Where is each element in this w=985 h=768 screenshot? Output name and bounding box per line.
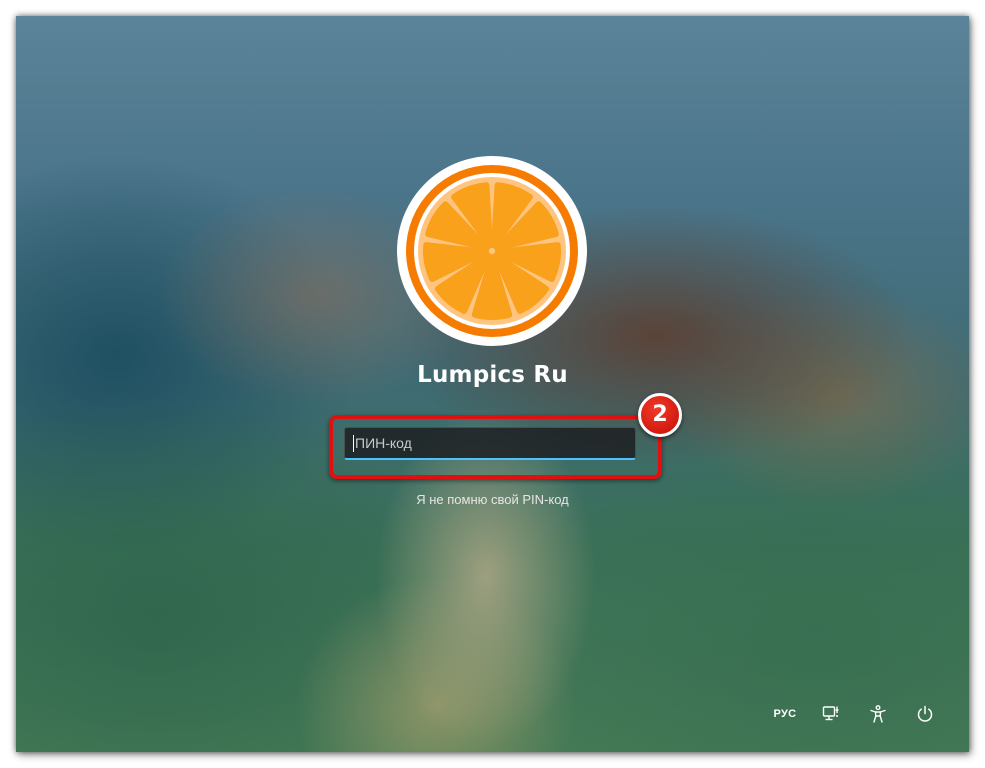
accessibility-icon: [870, 705, 886, 723]
accessibility-button[interactable]: [866, 702, 890, 726]
user-avatar: [397, 156, 587, 346]
power-button[interactable]: [913, 702, 937, 726]
pin-input[interactable]: [344, 427, 636, 460]
orange-slice-icon: [406, 165, 578, 337]
user-name: Lumpics Ru: [417, 362, 568, 388]
annotation-step-badge: 2: [638, 393, 682, 437]
forgot-pin-link[interactable]: Я не помню свой PIN-код: [16, 492, 969, 507]
language-button[interactable]: РУС: [768, 702, 802, 726]
text-caret: [353, 435, 354, 452]
power-icon: [917, 705, 933, 722]
network-icon: [822, 706, 839, 721]
lock-screen: Lumpics Ru 2 Я не помню свой PIN-код РУС: [16, 16, 969, 752]
network-button[interactable]: [819, 702, 843, 726]
